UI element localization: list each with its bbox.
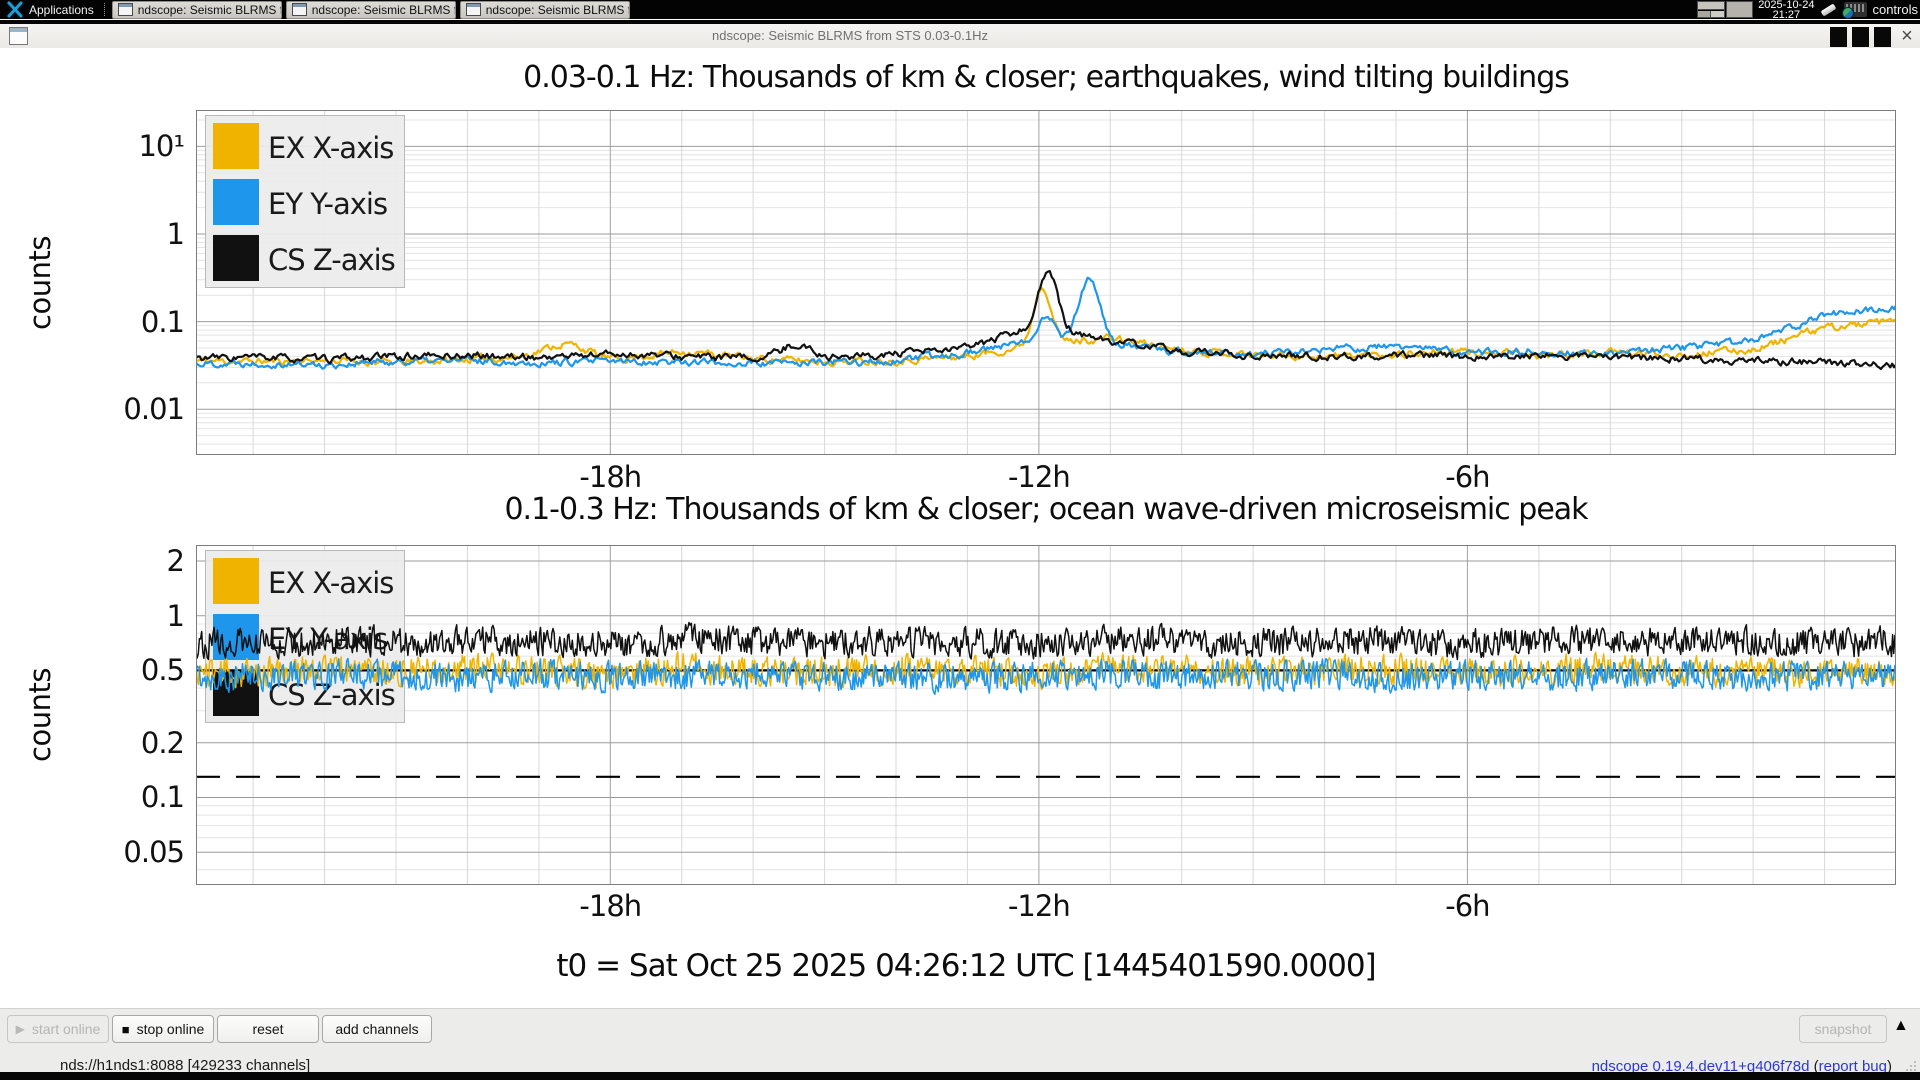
legend-label: EX X-axis: [268, 131, 393, 165]
reset-label: reset: [252, 1021, 283, 1037]
snapshot-button[interactable]: snapshot: [1799, 1015, 1887, 1043]
y-tick-label: 0.1: [0, 303, 184, 341]
keyboard-layout-icon[interactable]: [1844, 2, 1867, 17]
stop-online-button[interactable]: ■ stop online: [112, 1015, 214, 1043]
x-tick-label: -6h: [1397, 460, 1537, 494]
workspace-2[interactable]: [1726, 1, 1753, 18]
plot-frame: [197, 546, 1896, 885]
plot2-area[interactable]: EX X-axisEY Y-axisCS Z-axis: [196, 545, 1896, 885]
panel-clock[interactable]: 2025-10-24 21:27: [1758, 0, 1814, 20]
taskbar-window-2-label: ndscope: Seismic BLRMS f...: [312, 3, 456, 17]
plot2-title: 0.1-0.3 Hz: Thousands of km & closer; oc…: [196, 492, 1896, 527]
legend-swatch-ex: [213, 123, 259, 169]
legend-label: EX X-axis: [268, 566, 393, 600]
taskbar-window-3-label: ndscope: Seismic BLRMS f...: [486, 3, 630, 17]
panel-right-cluster: 2025-10-24 21:27 controls: [1697, 0, 1918, 19]
taskbar-window-1-label: ndscope: Seismic BLRMS f...: [138, 3, 282, 17]
taskbar-window-1[interactable]: ndscope: Seismic BLRMS f...: [112, 1, 282, 19]
stop-icon: ■: [122, 1022, 130, 1037]
clock-time: 21:27: [1758, 10, 1814, 20]
logged-in-user-label: controls: [1872, 2, 1918, 17]
y-tick-label: 1: [0, 597, 184, 635]
plot1-area[interactable]: EX X-axis EY Y-axis CS Z-axis: [196, 110, 1896, 455]
resize-grip[interactable]: [1904, 1059, 1916, 1071]
trace-cs-z-axis: [196, 623, 1896, 660]
x-tick-label: -12h: [969, 889, 1109, 923]
window-titlebar[interactable]: ndscope: Seismic BLRMS from STS 0.03-0.1…: [0, 24, 1920, 48]
y-tick-label: 0.01: [0, 390, 184, 428]
legend-label: CS Z-axis: [268, 243, 395, 277]
y-tick-label: 0.05: [0, 833, 184, 871]
x-tick-label: -18h: [540, 460, 680, 494]
plot-frame: [197, 111, 1896, 455]
x-tick-label: -6h: [1397, 889, 1537, 923]
trace-ex-x-axis: [196, 289, 1896, 367]
applications-menu-label: Applications: [29, 3, 94, 17]
play-icon: ▶: [16, 1022, 25, 1036]
x-tick-label: -18h: [540, 889, 680, 923]
y-tick-label: 10¹: [0, 127, 184, 165]
legend[interactable]: EX X-axis EY Y-axis CS Z-axis: [206, 116, 405, 288]
restore-button[interactable]: [1874, 27, 1891, 47]
workspace-switcher[interactable]: [1697, 1, 1753, 18]
y-tick-label: 0.5: [0, 651, 184, 689]
maximize-button[interactable]: [1852, 27, 1869, 47]
reset-button[interactable]: reset: [217, 1015, 319, 1043]
desktop-screen: Applications ndscope: Seismic BLRMS f...…: [0, 0, 1920, 1080]
top-panel: Applications ndscope: Seismic BLRMS f...…: [0, 0, 1920, 19]
x-tick-label: -12h: [969, 460, 1109, 494]
panel-separator: [104, 3, 108, 16]
start-online-label: start online: [32, 1021, 100, 1037]
window-icon: [292, 3, 307, 16]
legend-swatch-ey: [213, 179, 259, 225]
plot1-title: 0.03-0.1 Hz: Thousands of km & closer; e…: [196, 60, 1896, 95]
add-channels-button[interactable]: add channels: [322, 1015, 432, 1043]
window-title: ndscope: Seismic BLRMS from STS 0.03-0.1…: [0, 28, 1700, 43]
bottom-bar: ▶ start online ■ stop online reset add c…: [0, 1008, 1920, 1073]
plot1-canvas[interactable]: EX X-axis EY Y-axis CS Z-axis: [196, 110, 1896, 455]
expand-arrow-icon[interactable]: ▲: [1893, 1017, 1909, 1035]
y-tick-label: 0.2: [0, 724, 184, 762]
window-icon: [466, 3, 481, 16]
legend-swatch-cs: [213, 235, 259, 281]
legend-swatch-ex: [213, 558, 259, 604]
start-online-button[interactable]: ▶ start online: [7, 1015, 109, 1043]
desktop-bottom-strip: [0, 1072, 1920, 1080]
y-tick-label: 1: [0, 215, 184, 253]
stop-online-label: stop online: [137, 1021, 205, 1037]
trace-ey-y-axis: [196, 278, 1896, 369]
t0-timestamp-label: t0 = Sat Oct 25 2025 04:26:12 UTC [14454…: [196, 948, 1736, 984]
add-channels-label: add channels: [335, 1021, 418, 1037]
window-icon: [118, 3, 133, 16]
plot2-canvas[interactable]: EX X-axisEY Y-axisCS Z-axis: [196, 545, 1896, 885]
taskbar-window-3[interactable]: ndscope: Seismic BLRMS f...: [460, 1, 630, 19]
minimize-button[interactable]: [1830, 27, 1847, 47]
toolbar: ▶ start online ■ stop online reset add c…: [7, 1015, 432, 1043]
y-tick-label: 2: [0, 542, 184, 580]
snapshot-label: snapshot: [1815, 1021, 1872, 1037]
legend-label: EY Y-axis: [268, 187, 387, 221]
notification-tray-icon[interactable]: [1819, 2, 1839, 18]
taskbar-window-2[interactable]: ndscope: Seismic BLRMS f...: [286, 1, 456, 19]
xfce-applications-icon: [6, 1, 24, 18]
y-tick-label: 0.1: [0, 778, 184, 816]
applications-menu-button[interactable]: Applications: [0, 0, 100, 19]
close-button[interactable]: ×: [1896, 24, 1918, 48]
workspace-1[interactable]: [1697, 1, 1725, 18]
